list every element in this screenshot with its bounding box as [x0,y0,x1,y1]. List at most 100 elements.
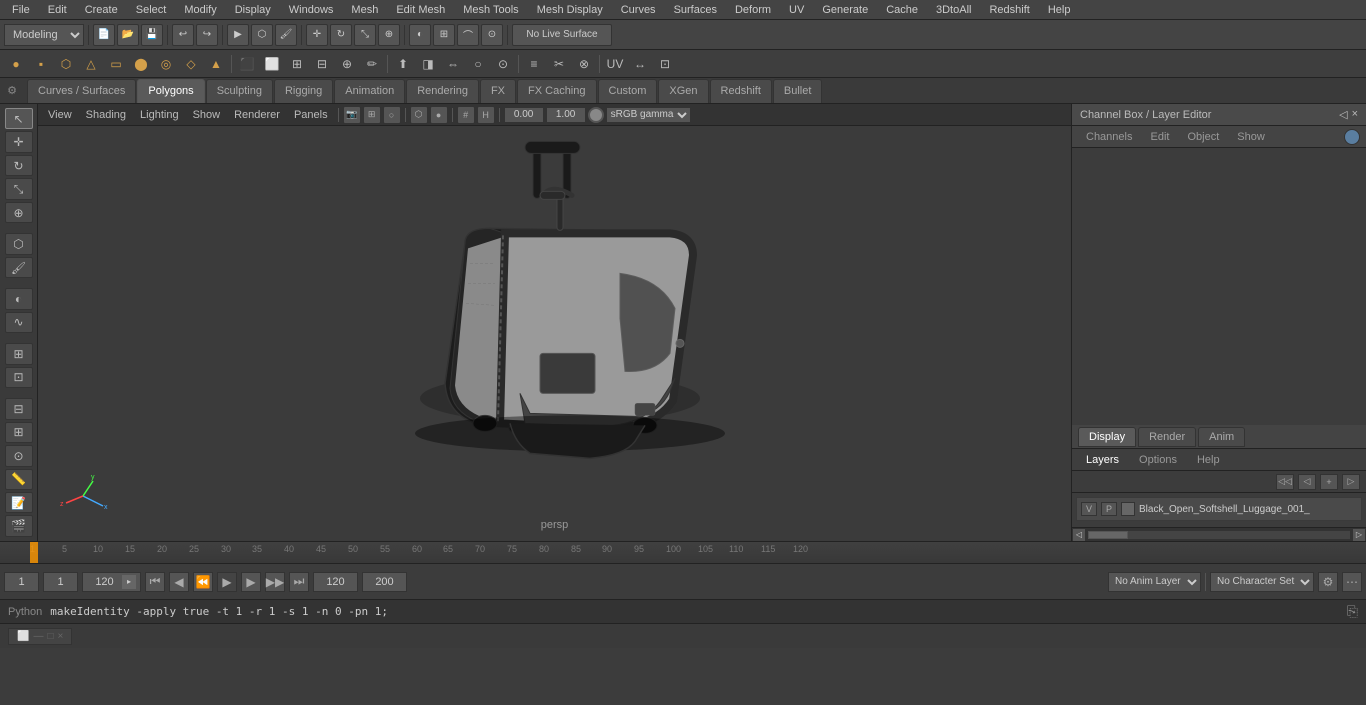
viewport[interactable]: View Shading Lighting Show Renderer Pane… [38,104,1071,541]
window-close-btn[interactable]: × [58,631,64,642]
attr-editor[interactable]: ⊡ [5,367,33,388]
tab-fx[interactable]: FX [480,79,516,103]
menu-display[interactable]: Display [227,2,279,18]
measure-tool[interactable]: 📏 [5,469,33,490]
scale-tool[interactable]: ⤡ [354,24,376,46]
layer-next-btn[interactable]: ▷ [1342,474,1360,490]
sculpt-tool[interactable]: ∿ [5,312,33,333]
universal-manip[interactable]: ⊕ [378,24,400,46]
scroll-thumb[interactable] [1088,531,1128,539]
soft-mod[interactable]: ◐ [5,288,33,309]
select-tool[interactable]: ▶ [227,24,249,46]
scale-tool-left[interactable]: ⤡ [5,178,33,199]
snap-point[interactable]: ⊙ [481,24,503,46]
lasso-tool[interactable]: ⬡ [251,24,273,46]
menu-curves[interactable]: Curves [613,2,664,18]
cone-btn[interactable]: △ [79,52,103,76]
component-editor[interactable]: ⊞ [5,343,33,364]
tab-animation[interactable]: Animation [334,79,405,103]
multi-cut[interactable]: ✂ [547,52,571,76]
menu-edit[interactable]: Edit [40,2,75,18]
subdiv-btn[interactable]: ⬛ [235,52,259,76]
tab-sculpting[interactable]: Sculpting [206,79,273,103]
gamma-input[interactable] [546,107,586,123]
current-frame-display[interactable] [43,572,78,592]
channel-tab-edit[interactable]: Edit [1142,129,1177,145]
exposure-input[interactable] [504,107,544,123]
combine-btn[interactable]: ⊞ [285,52,309,76]
prism-btn[interactable]: ◇ [179,52,203,76]
edge-loop[interactable]: ≡ [522,52,546,76]
snap-grid-l[interactable]: ⊞ [5,422,33,443]
anim-end-input[interactable] [87,572,122,592]
tab-rendering[interactable]: Rendering [406,79,479,103]
smooth-btn[interactable]: ⬜ [260,52,284,76]
lasso-select[interactable]: ⬡ [5,233,33,254]
channel-tab-show[interactable]: Show [1229,129,1273,145]
smooth-shade-btn[interactable]: ● [430,106,448,124]
separate-btn[interactable]: ⊟ [310,52,334,76]
range-start-input[interactable] [313,572,358,592]
tab-bullet[interactable]: Bullet [773,79,823,103]
wireframe-btn[interactable]: ⬡ [410,106,428,124]
vp-menu-view[interactable]: View [42,107,78,123]
rp-tab-display[interactable]: Display [1078,427,1136,447]
menu-3dtool[interactable]: 3DtoAll [928,2,979,18]
menu-select[interactable]: Select [128,2,175,18]
scroll-right-btn[interactable]: ▷ [1352,528,1366,542]
disk-btn[interactable]: ⬤ [129,52,153,76]
paint-select-left[interactable]: 🖌 [5,257,33,278]
show-manipulator[interactable]: ⊕ [5,202,33,223]
annotation[interactable]: 📝 [5,492,33,513]
live-surface-btn[interactable]: No Live Surface [512,24,612,46]
layer-row[interactable]: V P Black_Open_Softshell_Luggage_001_ [1076,497,1362,521]
menu-mesh-display[interactable]: Mesh Display [529,2,611,18]
render-view[interactable]: 🎬 [5,515,33,536]
window-restore-btn[interactable]: □ [47,631,53,642]
menu-file[interactable]: File [4,2,38,18]
rp-tab-anim[interactable]: Anim [1198,427,1245,447]
merge-btn[interactable]: ⊙ [491,52,515,76]
window-item[interactable]: ⬜ — □ × [8,628,72,645]
snap-grid[interactable]: ⊞ [433,24,455,46]
scroll-track[interactable] [1088,531,1350,539]
play-fwd-btn[interactable]: ▶ [217,572,237,592]
vp-menu-shading[interactable]: Shading [80,107,132,123]
range-end-input[interactable] [362,572,407,592]
layer-playback[interactable]: P [1101,502,1117,516]
save-btn[interactable]: 💾 [141,24,163,46]
vp-menu-show[interactable]: Show [187,107,227,123]
channel-tab-channels[interactable]: Channels [1078,129,1140,145]
tab-fx-caching[interactable]: FX Caching [517,79,596,103]
menu-uv[interactable]: UV [781,2,812,18]
layer-prev-btn[interactable]: ◁◁ [1276,474,1294,490]
vp-menu-renderer[interactable]: Renderer [228,107,286,123]
prev-key-btn[interactable]: ⏮ [145,572,165,592]
sub-tab-help[interactable]: Help [1189,452,1228,468]
sub-tab-layers[interactable]: Layers [1078,452,1127,468]
boolean-btn[interactable]: ⊕ [335,52,359,76]
plane-btn[interactable]: ▭ [104,52,128,76]
anim-layer-select[interactable]: No Anim Layer [1108,572,1201,592]
python-copy-icon[interactable]: ⎘ [1347,603,1358,620]
rotate-tool-left[interactable]: ↻ [5,155,33,176]
layer-add-btn[interactable]: + [1320,474,1338,490]
pb-settings-btn[interactable]: ⚙ [1318,572,1338,592]
prev-frame-btn[interactable]: ◀ [169,572,189,592]
menu-redshift[interactable]: Redshift [981,2,1037,18]
next-frame-btn[interactable]: ▶ [241,572,261,592]
bridge-btn[interactable]: ⇔ [441,52,465,76]
current-frame-start[interactable] [4,572,39,592]
workspace-dropdown[interactable]: Modeling [4,24,84,46]
menu-deform[interactable]: Deform [727,2,779,18]
target-weld[interactable]: ⊗ [572,52,596,76]
torus-btn[interactable]: ◎ [154,52,178,76]
fill-hole-btn[interactable]: ○ [466,52,490,76]
timeline[interactable]: 1 5 10 15 20 25 30 35 40 45 50 55 60 65 … [0,541,1366,563]
tab-polygons[interactable]: Polygons [137,79,204,103]
menu-create[interactable]: Create [77,2,126,18]
channel-tab-object[interactable]: Object [1179,129,1227,145]
cam-btn[interactable]: 📷 [343,106,361,124]
move-tool-left[interactable]: ✛ [5,131,33,152]
menu-modify[interactable]: Modify [176,2,224,18]
